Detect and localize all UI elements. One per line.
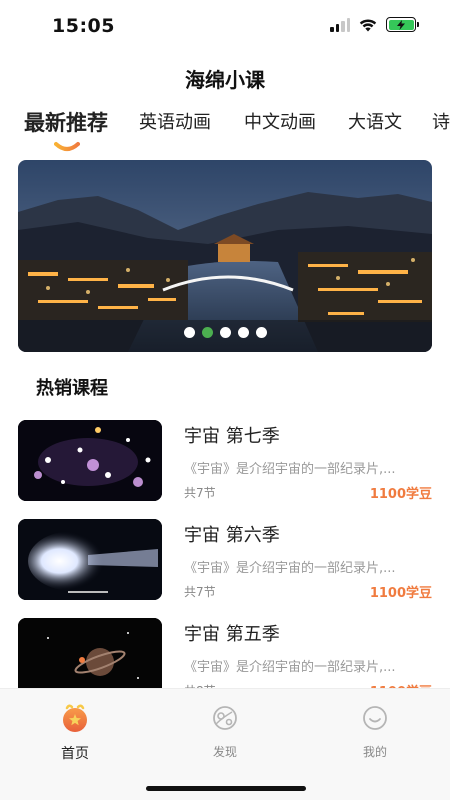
tab-active-indicator <box>54 142 80 151</box>
course-title: 宇宙 第六季 <box>184 525 280 546</box>
tab-bar-home[interactable]: 首页 <box>35 703 115 763</box>
carousel-dot[interactable] <box>237 327 249 338</box>
home-star-icon <box>63 704 87 732</box>
section-title-hot-courses: 热销课程 <box>36 378 108 399</box>
course-title: 宇宙 第七季 <box>184 426 280 447</box>
discover-planet-icon <box>213 706 237 730</box>
course-thumbnail <box>18 519 162 600</box>
tab-latest-recommend[interactable]: 最新推荐 <box>24 108 108 137</box>
tab-bar-discover[interactable]: 发现 <box>185 703 265 760</box>
course-description: 《宇宙》是介绍宇宙的一部纪录片,... <box>184 462 396 477</box>
status-time: 15:05 <box>52 15 115 37</box>
banner-carousel[interactable] <box>18 160 432 352</box>
banner-image <box>18 160 432 352</box>
category-tabs: 最新推荐 英语动画 中文动画 大语文 诗 <box>0 108 450 156</box>
tab-bar-discover-label: 发现 <box>212 745 237 759</box>
course-price: 1100学豆 <box>369 586 432 601</box>
cellular-signal-icon <box>330 17 350 32</box>
carousel-dot[interactable] <box>255 327 267 338</box>
home-indicator[interactable] <box>146 786 306 791</box>
course-description: 《宇宙》是介绍宇宙的一部纪录片,... <box>184 660 396 675</box>
bottom-tab-bar: 首页 发现 我的 <box>0 688 450 800</box>
course-item[interactable]: 宇宙 第七季 《宇宙》是介绍宇宙的一部纪录片,... 共7节 1100学豆 <box>0 420 450 502</box>
course-lesson-count: 共7节 <box>184 585 216 599</box>
tab-big-chinese[interactable]: 大语文 <box>348 108 402 134</box>
carousel-dot-active[interactable] <box>201 327 213 338</box>
course-title: 宇宙 第五季 <box>184 624 280 645</box>
carousel-dots <box>18 327 432 338</box>
page-title: 海绵小课 <box>185 68 265 92</box>
status-icons <box>330 17 419 32</box>
course-thumbnail <box>18 618 162 699</box>
tab-bar-profile[interactable]: 我的 <box>335 703 415 760</box>
tab-bar-home-label: 首页 <box>61 746 89 762</box>
tab-english-animation[interactable]: 英语动画 <box>139 108 211 134</box>
tab-bar-profile-label: 我的 <box>362 745 387 759</box>
course-thumbnail <box>18 420 162 501</box>
carousel-dot[interactable] <box>219 327 231 338</box>
status-bar: 15:05 <box>0 0 450 50</box>
smiley-face-icon <box>363 706 387 730</box>
course-lesson-count: 共7节 <box>184 486 216 500</box>
tab-poetry[interactable]: 诗 <box>432 108 450 134</box>
carousel-dot[interactable] <box>183 327 195 338</box>
wifi-icon <box>359 18 377 31</box>
tab-chinese-animation[interactable]: 中文动画 <box>244 108 316 134</box>
course-price: 1100学豆 <box>369 487 432 502</box>
course-item[interactable]: 宇宙 第六季 《宇宙》是介绍宇宙的一部纪录片,... 共7节 1100学豆 <box>0 519 450 601</box>
course-description: 《宇宙》是介绍宇宙的一部纪录片,... <box>184 561 396 576</box>
battery-icon <box>386 17 419 32</box>
